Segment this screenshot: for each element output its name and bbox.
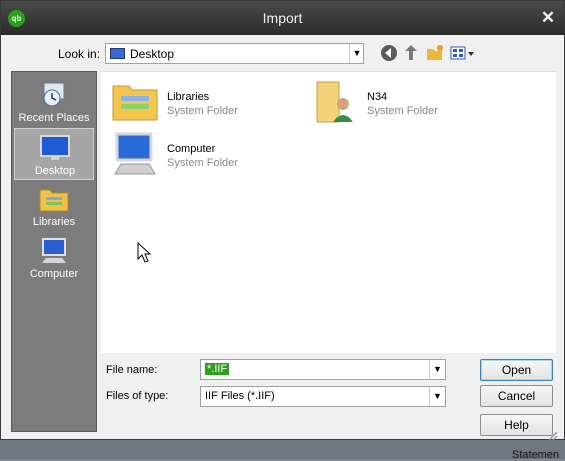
new-folder-button[interactable]: [425, 43, 445, 63]
look-in-label: Look in:: [58, 47, 101, 61]
libraries-icon: [39, 189, 69, 212]
up-folder-icon: [405, 45, 417, 60]
open-button[interactable]: Open: [480, 359, 553, 381]
look-in-value: Desktop: [130, 47, 175, 61]
file-name-value[interactable]: *.IIF: [205, 363, 230, 375]
list-item-libraries[interactable]: Libraries System Folder: [111, 78, 291, 126]
up-folder-button[interactable]: [401, 43, 421, 63]
desktop-icon: [40, 135, 70, 160]
computer-icon: [42, 238, 66, 263]
chevron-down-icon[interactable]: ▼: [349, 44, 364, 63]
new-folder-icon: [427, 45, 443, 60]
place-label: Computer: [29, 268, 79, 280]
place-desktop[interactable]: Desktop: [14, 128, 94, 180]
files-of-type-dropdown[interactable]: IIF Files (*.IIF) ▼: [200, 386, 446, 407]
recent-places-icon: [43, 82, 65, 107]
view-menu-button[interactable]: [449, 43, 475, 63]
back-arrow-icon: [381, 45, 397, 61]
close-icon: ✕: [540, 8, 556, 27]
item-type: System Folder: [167, 105, 238, 117]
desktop-icon: [110, 48, 125, 59]
help-button[interactable]: Help: [480, 414, 553, 436]
file-name-field[interactable]: *.IIF ▼: [200, 359, 446, 380]
places-bar: Recent Places Desktop Libraries Computer: [11, 71, 97, 432]
view-grid-icon: [450, 46, 474, 60]
computer-icon: [114, 132, 156, 175]
file-name-label: File name:: [106, 364, 158, 376]
chevron-down-icon[interactable]: ▼: [429, 387, 445, 406]
close-button[interactable]: ✕: [539, 9, 557, 27]
item-name: N34: [367, 91, 388, 103]
item-type: System Folder: [167, 157, 238, 169]
list-item-n34[interactable]: N34 System Folder: [311, 78, 491, 126]
item-name: Computer: [167, 143, 216, 155]
list-item-computer[interactable]: Computer System Folder: [111, 130, 291, 178]
user-folder-icon: [316, 81, 353, 123]
place-label: Recent Places: [18, 112, 90, 124]
files-of-type-value: IIF Files (*.IIF): [205, 390, 275, 402]
cancel-button[interactable]: Cancel: [480, 385, 553, 407]
file-list-view[interactable]: Libraries System Folder N34 System Folde…: [101, 71, 556, 353]
import-dialog: qb Import ✕ Look in: Desktop ▼ Recent Pl…: [0, 0, 565, 441]
place-label: Desktop: [34, 165, 76, 177]
look-in-dropdown[interactable]: Desktop ▼: [105, 43, 364, 64]
chevron-down-icon[interactable]: ▼: [429, 360, 445, 379]
place-recent-places[interactable]: Recent Places: [14, 76, 94, 128]
item-type: System Folder: [367, 105, 438, 117]
place-computer[interactable]: Computer: [14, 232, 94, 284]
item-name: Libraries: [167, 91, 210, 103]
files-of-type-label: Files of type:: [106, 390, 169, 402]
place-label: Libraries: [32, 216, 76, 228]
title-bar[interactable]: qb Import ✕: [1, 1, 564, 35]
place-libraries[interactable]: Libraries: [14, 180, 94, 232]
mouse-cursor-icon: [137, 242, 152, 263]
back-button[interactable]: [379, 43, 399, 63]
background-window-strip: [0, 440, 565, 459]
background-statement-text: Statemen: [512, 449, 560, 461]
dialog-title: Import: [262, 10, 303, 26]
libraries-folder-icon: [112, 85, 158, 121]
